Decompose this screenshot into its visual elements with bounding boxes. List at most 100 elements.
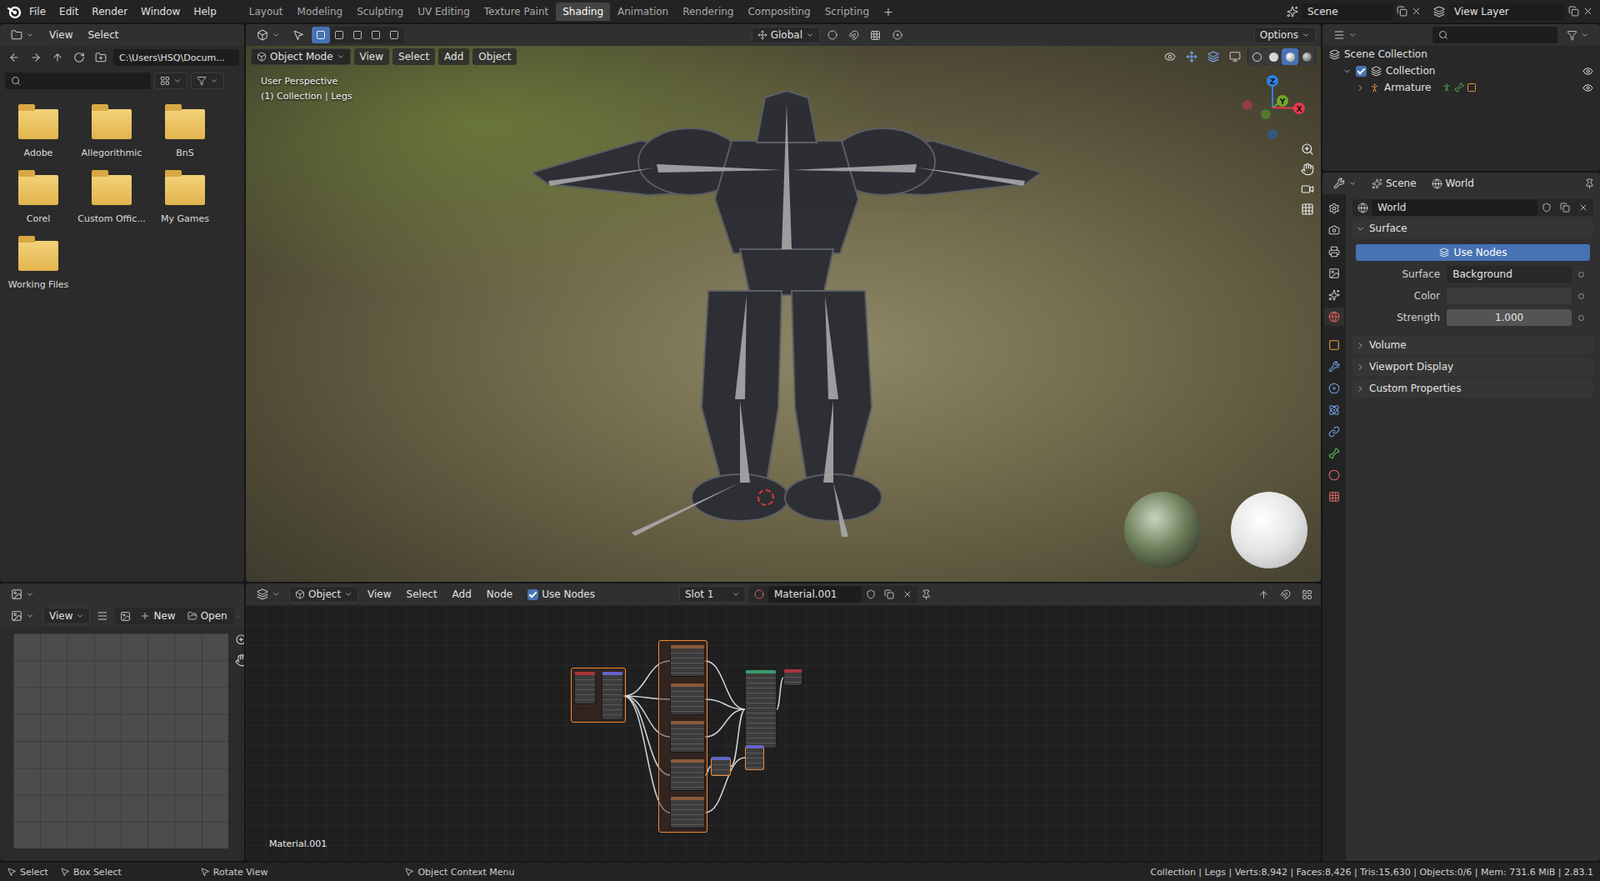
properties-tab[interactable] <box>1324 264 1345 283</box>
view-layer-icon[interactable] <box>1328 267 1340 280</box>
collapsed-arrow-icon[interactable] <box>1355 362 1365 372</box>
shader-node[interactable] <box>670 720 705 753</box>
chevron-down-icon[interactable] <box>1580 30 1590 40</box>
workspace-tab[interactable]: Scripting <box>818 2 876 21</box>
copy-icon[interactable] <box>1396 5 1408 17</box>
arrow-right-icon[interactable] <box>30 51 42 64</box>
xray-button[interactable] <box>1225 48 1245 65</box>
select-mode-button[interactable] <box>385 26 404 44</box>
select-mode-icon[interactable] <box>370 30 381 40</box>
mode-dropdown[interactable]: Object Mode <box>250 48 351 65</box>
eye-icon[interactable] <box>1164 50 1176 63</box>
editor-type-icon[interactable] <box>1333 177 1345 190</box>
arrow-left-icon[interactable] <box>8 51 20 64</box>
header-menu[interactable]: View <box>361 585 397 603</box>
shader-node[interactable] <box>601 671 624 720</box>
collection-icon[interactable] <box>1370 65 1382 77</box>
material-name-field[interactable]: Material.001 <box>768 585 862 603</box>
proportional-button[interactable] <box>888 26 907 44</box>
shading-button[interactable] <box>1248 48 1265 65</box>
texture-icon[interactable] <box>1328 490 1340 503</box>
use-nodes-checkbox[interactable]: Use Nodes <box>521 585 601 603</box>
pan-icon[interactable] <box>235 653 245 667</box>
pivot-icon[interactable] <box>827 30 838 40</box>
menu-item[interactable]: Window <box>135 3 186 20</box>
modifier-icon[interactable] <box>1328 360 1340 373</box>
editor-type-icon[interactable] <box>10 29 23 41</box>
workspace-tab[interactable]: Sculpting <box>350 2 410 21</box>
plus-icon[interactable] <box>140 610 150 621</box>
panel-header[interactable]: Viewport Display <box>1352 357 1594 376</box>
output-icon[interactable] <box>1328 245 1340 258</box>
shader-node[interactable] <box>745 745 765 770</box>
properties-tab[interactable] <box>1324 285 1345 305</box>
shader-node[interactable] <box>670 683 705 715</box>
folder-item[interactable]: Corel <box>1 170 75 225</box>
workspace-tab[interactable]: Shading <box>555 2 610 21</box>
refresh-icon[interactable] <box>73 51 85 64</box>
folder-item[interactable]: Allegorithmic <box>75 104 149 159</box>
editor-type-icon[interactable] <box>256 29 269 41</box>
header-menu[interactable]: Node <box>480 585 519 603</box>
3d-viewport[interactable]: GlobalOptionsObject ModeViewSelectAddObj… <box>245 24 1321 582</box>
shader-type-dropdown[interactable]: Object <box>289 585 359 603</box>
copy-icon[interactable] <box>884 589 895 600</box>
copy-icon[interactable] <box>1568 5 1580 17</box>
scene-icon[interactable] <box>1286 5 1299 18</box>
editor-type-dropdown[interactable] <box>250 588 286 600</box>
properties-tab[interactable] <box>1324 444 1345 463</box>
path-field[interactable]: C:\Users\HSQ\Docum... <box>113 49 240 66</box>
editor-type-icon[interactable] <box>10 588 23 600</box>
header-menu[interactable]: Add <box>438 48 470 65</box>
outliner-row[interactable]: Scene Collection <box>1322 45 1600 63</box>
magnet-icon[interactable] <box>1280 589 1291 600</box>
folder-item[interactable]: Working Files <box>1 235 75 290</box>
pose-icon[interactable] <box>1441 82 1452 93</box>
properties-tab[interactable] <box>1324 379 1345 398</box>
material-icon[interactable] <box>754 589 765 600</box>
header-menu[interactable]: View <box>43 26 79 44</box>
shader-node[interactable] <box>783 669 803 686</box>
add-workspace-button[interactable]: + <box>876 3 900 20</box>
shield-icon[interactable] <box>865 589 876 600</box>
select-mode-icon[interactable] <box>389 30 400 40</box>
number-field[interactable]: 1.000 <box>1446 309 1572 326</box>
material-icon[interactable] <box>1328 469 1340 481</box>
filter-icon[interactable] <box>196 75 207 86</box>
select-tool-button[interactable] <box>289 26 308 44</box>
outliner-row[interactable]: Collection <box>1322 62 1600 80</box>
scene-field[interactable]: Scene <box>1301 3 1394 20</box>
magnet-icon[interactable] <box>848 30 860 41</box>
shader-node[interactable] <box>670 759 705 791</box>
folder-item[interactable]: BnS <box>148 104 222 159</box>
mode-dropdown[interactable] <box>5 610 40 622</box>
object-icon[interactable] <box>1328 339 1340 351</box>
nodes-icon[interactable] <box>1439 247 1450 258</box>
navigation-gizmo[interactable]: ZYX <box>1235 72 1311 145</box>
shading-button[interactable] <box>1265 48 1282 65</box>
chevron-down-icon[interactable] <box>75 611 85 620</box>
node-canvas[interactable]: Material.001 <box>245 605 1321 861</box>
workspace-tab[interactable]: Compositing <box>740 2 817 21</box>
shader-node[interactable] <box>670 645 705 677</box>
menu-item[interactable]: Help <box>187 3 222 20</box>
chevron-down-icon[interactable] <box>210 76 219 85</box>
outliner-search-field[interactable] <box>1432 26 1558 44</box>
close-icon[interactable] <box>902 589 913 600</box>
properties-tab[interactable] <box>1324 400 1345 420</box>
image-icon[interactable] <box>120 610 131 622</box>
pin-icon[interactable] <box>237 610 240 622</box>
menu-button[interactable] <box>93 607 112 625</box>
select-mode-button[interactable] <box>366 26 385 44</box>
eye-icon[interactable] <box>1582 82 1594 94</box>
snap-target-button[interactable] <box>866 26 885 44</box>
copy-icon[interactable] <box>1560 202 1570 213</box>
shader-node[interactable] <box>670 796 705 829</box>
world-name-field[interactable]: World <box>1371 199 1538 216</box>
collapsed-arrow-icon[interactable] <box>1355 340 1365 350</box>
parent-tree-button[interactable] <box>1254 585 1273 603</box>
editor-type-dropdown[interactable] <box>5 588 40 600</box>
world-browse-button[interactable] <box>1353 199 1372 216</box>
header-menu[interactable]: Select <box>400 585 444 603</box>
outliner-row[interactable]: Armature <box>1322 79 1600 96</box>
